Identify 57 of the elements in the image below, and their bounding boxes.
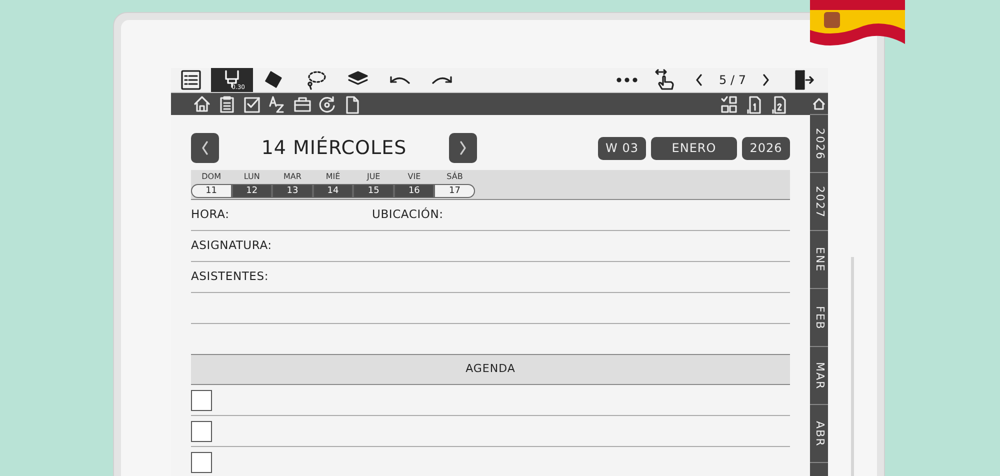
date-title: 14 MIÉRCOLES <box>260 135 408 161</box>
more-icon <box>616 77 638 83</box>
checkbox[interactable] <box>191 452 212 472</box>
day-button[interactable]: 16 <box>394 184 434 198</box>
page-indicator: 5 / 7 <box>718 72 747 89</box>
side-tab[interactable]: MAR <box>810 347 828 405</box>
flag-icon <box>810 0 906 48</box>
day-name: JUE <box>366 172 382 182</box>
chevron-left-icon <box>201 141 209 155</box>
refresh-icon[interactable] <box>318 94 336 114</box>
year-button[interactable]: 2026 <box>742 136 790 160</box>
checkbox[interactable] <box>191 390 212 410</box>
checkbox-icon[interactable] <box>243 94 261 114</box>
chevron-right-icon <box>459 141 467 155</box>
month-button[interactable]: ENERO <box>651 136 737 160</box>
exit-icon <box>794 69 814 91</box>
side-tab[interactable]: 2027 <box>810 173 828 231</box>
day-name: SÁB <box>446 172 464 182</box>
clipboard-icon[interactable] <box>218 94 236 114</box>
agenda-header: AGENDA <box>191 354 790 385</box>
day-button[interactable]: 17 <box>434 184 476 198</box>
day-button[interactable]: 12 <box>232 184 272 198</box>
previous-day-button[interactable] <box>191 133 219 163</box>
document-icon[interactable] <box>343 94 361 114</box>
chevron-left-icon <box>695 74 704 86</box>
side-tab[interactable]: ENE <box>810 231 828 289</box>
field-label: UBICACIÓN: <box>372 206 444 224</box>
grid-checklist-icon[interactable] <box>720 94 738 114</box>
day-name: MAR <box>282 172 302 182</box>
lasso-icon <box>305 69 327 91</box>
home-icon[interactable] <box>193 94 211 114</box>
field-label: ASIGNATURA: <box>191 237 273 254</box>
day-name: MIÉ <box>324 172 342 182</box>
day-button[interactable]: 15 <box>353 184 394 198</box>
next-day-button[interactable] <box>449 133 477 163</box>
day-name: LUN <box>242 172 261 182</box>
briefcase-icon[interactable] <box>293 94 311 114</box>
sort-icon[interactable] <box>268 94 286 114</box>
field-label: HORA: <box>191 206 230 224</box>
day-name: DOM <box>200 172 222 182</box>
chevron-right-icon <box>762 74 770 86</box>
week-button[interactable]: W 03 <box>598 136 646 160</box>
hand-icon <box>654 68 676 92</box>
day-button[interactable]: 13 <box>272 184 313 198</box>
day-button[interactable]: 11 <box>191 184 232 198</box>
page-one-icon[interactable] <box>745 94 763 114</box>
page-two-icon[interactable] <box>770 94 788 114</box>
side-tab[interactable]: ABR <box>810 405 828 463</box>
field-label: ASISTENTES: <box>191 268 270 286</box>
checkbox[interactable] <box>191 420 212 442</box>
day-name: VIE <box>406 172 422 182</box>
menu-icon <box>181 70 201 90</box>
eraser-icon <box>263 69 285 91</box>
side-tab[interactable]: FEB <box>810 289 828 347</box>
day-button[interactable]: 14 <box>312 184 354 198</box>
home-icon <box>813 98 825 110</box>
side-tab[interactable]: 2026 <box>810 115 828 173</box>
